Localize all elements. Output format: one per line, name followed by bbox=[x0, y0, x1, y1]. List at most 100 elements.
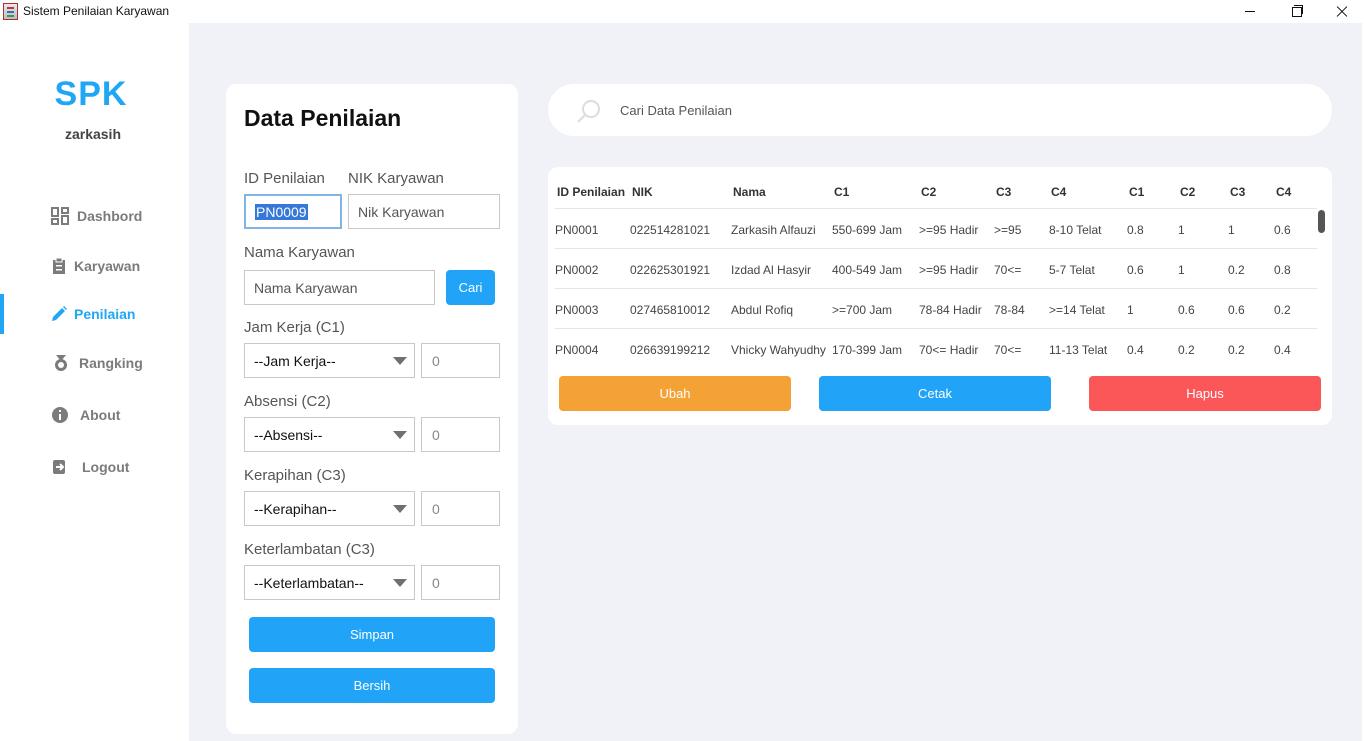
jam-kerja-label: Jam Kerja (C1) bbox=[244, 319, 345, 336]
table-cell: Vhicky Wahyudhy bbox=[731, 343, 826, 357]
simpan-button[interactable]: Simpan bbox=[249, 617, 495, 652]
sidebar-item-rangking[interactable]: Rangking bbox=[0, 343, 189, 383]
table-cell: 78-84 bbox=[994, 303, 1025, 317]
sidebar: SPK zarkasih Dashbord Karyawan Penilaian bbox=[0, 23, 189, 741]
column-header[interactable]: ID Penilaian bbox=[557, 185, 625, 199]
jam-kerja-value-field[interactable]: 0 bbox=[421, 343, 500, 378]
table-cell: 400-549 Jam bbox=[832, 263, 903, 277]
column-header[interactable]: C2 bbox=[921, 185, 936, 199]
scrollbar-thumb[interactable] bbox=[1318, 210, 1325, 233]
table-cell: 0.2 bbox=[1274, 303, 1291, 317]
sidebar-item-about[interactable]: About bbox=[0, 395, 189, 435]
table-cell: PN0003 bbox=[555, 303, 599, 317]
kerapihan-select[interactable]: --Kerapihan-- bbox=[244, 491, 415, 526]
table-cell: Izdad Al Hasyir bbox=[731, 263, 812, 277]
table-cell: 0.6 bbox=[1127, 263, 1144, 277]
close-button[interactable] bbox=[1319, 0, 1365, 23]
table-cell: 0.4 bbox=[1127, 343, 1144, 357]
table-cell: 170-399 Jam bbox=[832, 343, 903, 357]
sidebar-item-dashbord[interactable]: Dashbord bbox=[0, 196, 189, 236]
form-title: Data Penilaian bbox=[244, 105, 402, 131]
column-header[interactable]: C1 bbox=[834, 185, 849, 199]
maximize-button[interactable] bbox=[1273, 0, 1319, 23]
id-penilaian-field[interactable]: PN0009 bbox=[244, 194, 342, 229]
kerapihan-selected: --Kerapihan-- bbox=[254, 501, 337, 517]
sidebar-item-karyawan[interactable]: Karyawan bbox=[0, 246, 189, 286]
column-header[interactable]: C4 bbox=[1276, 185, 1291, 199]
table-cell: 0.2 bbox=[1228, 263, 1245, 277]
info-icon bbox=[52, 407, 68, 423]
jam-kerja-selected: --Jam Kerja-- bbox=[254, 353, 336, 369]
table-cell: PN0001 bbox=[555, 223, 599, 237]
column-header[interactable]: C2 bbox=[1180, 185, 1195, 199]
sidebar-item-penilaian[interactable]: Penilaian bbox=[0, 294, 189, 334]
table-cell: 0.6 bbox=[1274, 223, 1291, 237]
search-input[interactable] bbox=[612, 98, 1292, 122]
table-cell: 70<= bbox=[994, 263, 1022, 277]
cetak-button[interactable]: Cetak bbox=[819, 376, 1051, 411]
table-cell: 78-84 Hadir bbox=[919, 303, 982, 317]
table-cell: 0.2 bbox=[1228, 343, 1245, 357]
column-header[interactable]: Nama bbox=[733, 185, 766, 199]
bersih-button[interactable]: Bersih bbox=[249, 668, 495, 703]
kerapihan-label: Kerapihan (C3) bbox=[244, 467, 346, 484]
absensi-select[interactable]: --Absensi-- bbox=[244, 417, 415, 452]
nik-karyawan-label: NIK Karyawan bbox=[348, 170, 444, 187]
table-cell: 026639199212 bbox=[630, 343, 711, 357]
keterlambatan-value-field[interactable]: 0 bbox=[421, 565, 500, 600]
jam-kerja-select[interactable]: --Jam Kerja-- bbox=[244, 343, 415, 378]
table-cell: 11-13 Telat bbox=[1049, 343, 1108, 357]
table-cell: 8-10 Telat bbox=[1049, 223, 1102, 237]
chevron-down-icon bbox=[393, 505, 407, 513]
hapus-button[interactable]: Hapus bbox=[1089, 376, 1321, 411]
table-cell: 027465810012 bbox=[630, 303, 711, 317]
chevron-down-icon bbox=[393, 431, 407, 439]
column-header[interactable]: C3 bbox=[996, 185, 1011, 199]
app-logo: SPK bbox=[54, 75, 128, 113]
table-cell: 550-699 Jam bbox=[832, 223, 903, 237]
column-header[interactable]: C1 bbox=[1129, 185, 1144, 199]
keterlambatan-select[interactable]: --Keterlambatan-- bbox=[244, 565, 415, 600]
column-header[interactable]: C3 bbox=[1230, 185, 1245, 199]
id-penilaian-value: PN0009 bbox=[255, 204, 308, 220]
column-header[interactable]: NIK bbox=[632, 185, 653, 199]
table-cell: 0.2 bbox=[1178, 343, 1195, 357]
dashboard-grid-icon bbox=[51, 207, 69, 225]
table-cell: >=95 bbox=[994, 223, 1022, 237]
kerapihan-value-field[interactable]: 0 bbox=[421, 491, 500, 526]
table-cell: 1 bbox=[1178, 263, 1185, 277]
sidebar-item-logout[interactable]: Logout bbox=[0, 447, 189, 487]
absensi-value-field[interactable]: 0 bbox=[421, 417, 500, 452]
nama-karyawan-field[interactable] bbox=[244, 270, 435, 305]
sidebar-item-label: Dashbord bbox=[77, 208, 143, 224]
search-icon bbox=[577, 100, 600, 123]
ubah-button[interactable]: Ubah bbox=[559, 376, 791, 411]
keterlambatan-label: Keterlambatan (C3) bbox=[244, 541, 375, 558]
table-cell: Zarkasih Alfauzi bbox=[731, 223, 816, 237]
window-title: Sistem Penilaian Karyawan bbox=[23, 4, 170, 18]
cari-button[interactable]: Cari bbox=[446, 270, 495, 305]
table-cell: PN0002 bbox=[555, 263, 599, 277]
nik-karyawan-field[interactable] bbox=[348, 194, 500, 229]
table-cell: 5-7 Telat bbox=[1049, 263, 1095, 277]
table-cell: 1 bbox=[1127, 303, 1134, 317]
table-cell: 0.6 bbox=[1178, 303, 1195, 317]
chevron-down-icon bbox=[393, 579, 407, 587]
logout-icon bbox=[53, 460, 65, 474]
table-cell: 0.6 bbox=[1228, 303, 1245, 317]
sidebar-item-label: About bbox=[80, 407, 121, 423]
absensi-selected: --Absensi-- bbox=[254, 427, 323, 443]
row-divider bbox=[555, 208, 1318, 209]
row-divider bbox=[555, 248, 1318, 249]
app-icon bbox=[3, 3, 18, 20]
table-cell: 0.8 bbox=[1127, 223, 1144, 237]
active-indicator bbox=[0, 294, 4, 334]
table-cell: 022625301921 bbox=[630, 263, 711, 277]
medal-icon bbox=[55, 355, 67, 371]
minimize-button[interactable] bbox=[1227, 0, 1273, 23]
column-header[interactable]: C4 bbox=[1051, 185, 1066, 199]
sidebar-item-label: Karyawan bbox=[74, 258, 141, 274]
row-divider bbox=[555, 328, 1318, 329]
username: zarkasih bbox=[64, 126, 122, 142]
nama-karyawan-label: Nama Karyawan bbox=[244, 244, 355, 261]
